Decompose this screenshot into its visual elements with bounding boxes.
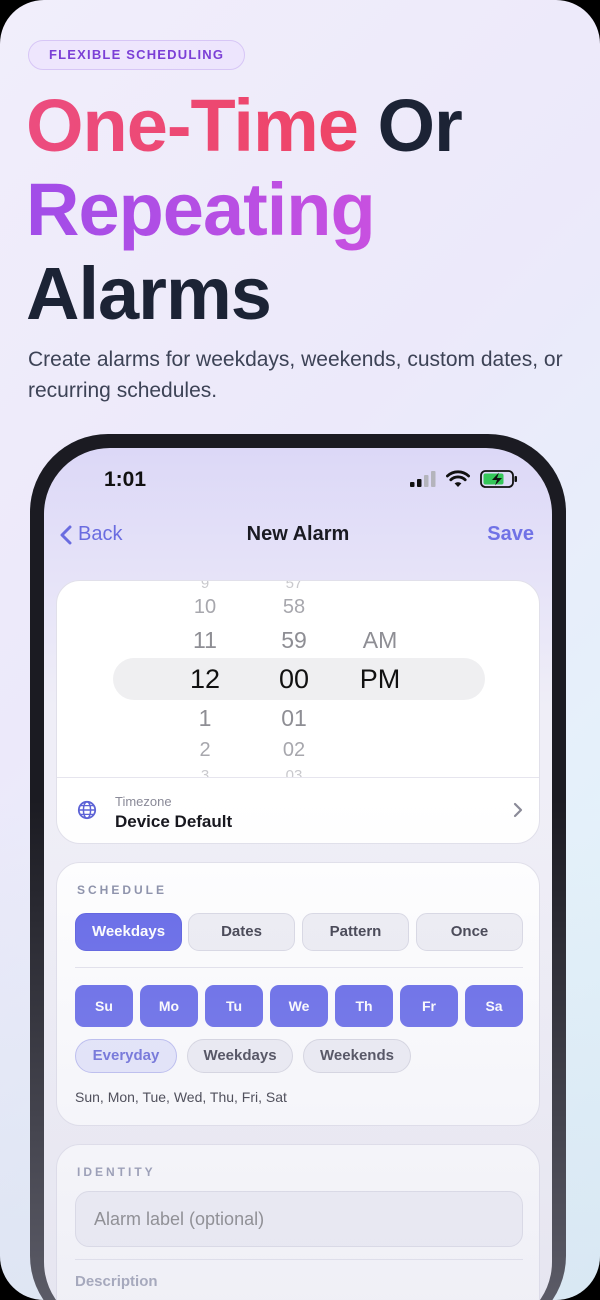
day-toggle-monday[interactable]: Mo xyxy=(140,985,198,1027)
mode-dates-button[interactable]: Dates xyxy=(188,913,295,951)
day-toggle-wednesday[interactable]: We xyxy=(270,985,328,1027)
hour-option[interactable]: 10 xyxy=(170,596,240,619)
day-toggle-tuesday[interactable]: Tu xyxy=(205,985,263,1027)
mode-once-button[interactable]: Once xyxy=(416,913,523,951)
headline-line-2: Repeating xyxy=(26,168,586,252)
timezone-value: Device Default xyxy=(115,812,233,831)
feature-badge: FLEXIBLE SCHEDULING xyxy=(28,40,246,70)
time-picker-card: 9 10 11 12 1 2 3 57 58 59 00 01 02 03 AM… xyxy=(56,580,540,844)
minute-option[interactable]: 59 xyxy=(259,627,329,654)
headline: One-Time Or Repeating Alarms xyxy=(26,84,586,336)
cellular-signal-icon xyxy=(410,471,436,487)
phone-frame: 1:01 Back New Alarm Save 9 10 11 12 1 2 … xyxy=(30,434,566,1300)
headline-repeating: Repeating xyxy=(26,168,376,251)
timezone-label: Timezone xyxy=(115,794,172,809)
hour-option[interactable]: 1 xyxy=(170,705,240,732)
headline-line-3: Alarms xyxy=(26,252,272,335)
hour-selected[interactable]: 12 xyxy=(170,664,240,695)
mode-pattern-button[interactable]: Pattern xyxy=(302,913,409,951)
day-toggle-saturday[interactable]: Sa xyxy=(465,985,523,1027)
hour-option[interactable]: 2 xyxy=(170,739,240,762)
preset-everyday-chip[interactable]: Everyday xyxy=(75,1039,177,1073)
hour-option[interactable]: 3 xyxy=(170,767,240,777)
time-picker[interactable]: 9 10 11 12 1 2 3 57 58 59 00 01 02 03 AM… xyxy=(57,581,539,777)
globe-icon xyxy=(77,800,97,820)
schedule-divider xyxy=(75,967,523,968)
identity-section-title: IDENTITY xyxy=(77,1165,156,1179)
battery-charging-icon xyxy=(480,470,517,488)
wifi-icon xyxy=(446,470,470,487)
period-selected[interactable]: PM xyxy=(340,664,420,695)
headline-one-time: One-Time xyxy=(26,84,359,167)
schedule-mode-selector: Weekdays Dates Pattern Once xyxy=(75,913,523,951)
save-button[interactable]: Save xyxy=(487,523,534,546)
selected-days-summary: Sun, Mon, Tue, Wed, Thu, Fri, Sat xyxy=(75,1089,287,1105)
preset-weekdays-chip[interactable]: Weekdays xyxy=(187,1039,293,1073)
promo-page: FLEXIBLE SCHEDULING One-Time Or Repeatin… xyxy=(0,0,600,1300)
day-toggle-sunday[interactable]: Su xyxy=(75,985,133,1027)
preset-weekends-chip[interactable]: Weekends xyxy=(303,1039,411,1073)
minute-option[interactable]: 02 xyxy=(259,739,329,762)
mode-weekdays-button[interactable]: Weekdays xyxy=(75,913,182,951)
alarm-label-input[interactable] xyxy=(75,1191,523,1247)
phone-screen: 1:01 Back New Alarm Save 9 10 11 12 1 2 … xyxy=(44,448,552,1300)
chevron-right-icon xyxy=(513,802,523,818)
day-toggle-friday[interactable]: Fr xyxy=(400,985,458,1027)
status-time: 1:01 xyxy=(104,468,147,491)
day-selector: Su Mo Tu We Th Fr Sa xyxy=(75,985,523,1027)
minute-selected[interactable]: 00 xyxy=(259,664,329,695)
identity-card: IDENTITY Description xyxy=(56,1144,540,1300)
hour-option[interactable]: 9 xyxy=(170,581,240,592)
minute-option[interactable]: 01 xyxy=(259,705,329,732)
timezone-row[interactable]: Timezone Device Default xyxy=(57,777,539,843)
headline-line-1: One-Time Or xyxy=(26,84,586,168)
hour-option[interactable]: 11 xyxy=(170,627,240,654)
screen-title: New Alarm xyxy=(246,523,350,545)
schedule-section-title: SCHEDULE xyxy=(77,883,168,897)
schedule-card: SCHEDULE Weekdays Dates Pattern Once Su … xyxy=(56,862,540,1126)
description-label: Description xyxy=(75,1273,158,1290)
headline-or: Or xyxy=(377,84,463,167)
day-toggle-thursday[interactable]: Th xyxy=(335,985,393,1027)
minute-option[interactable]: 57 xyxy=(259,581,329,592)
identity-divider xyxy=(75,1259,523,1260)
period-option[interactable]: AM xyxy=(340,627,420,654)
subtitle: Create alarms for weekdays, weekends, cu… xyxy=(28,348,563,402)
status-icons xyxy=(410,470,518,488)
minute-option[interactable]: 03 xyxy=(259,767,329,777)
minute-option[interactable]: 58 xyxy=(259,596,329,619)
